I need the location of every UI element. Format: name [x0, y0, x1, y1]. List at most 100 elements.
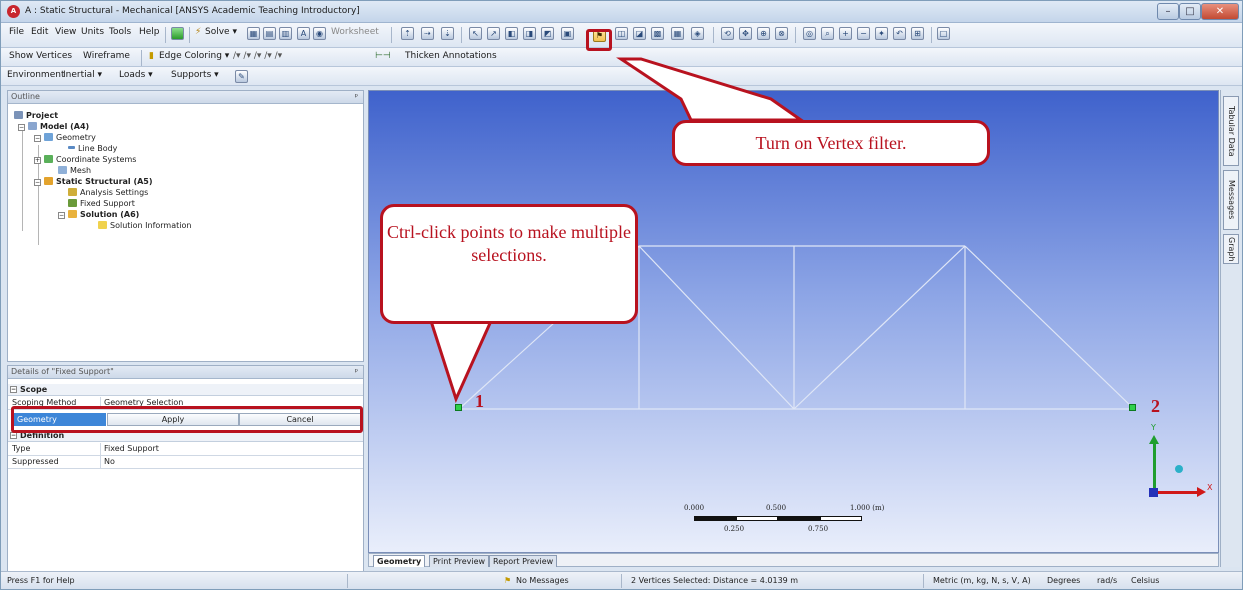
- thicken-annotations-button[interactable]: Thicken Annotations: [405, 50, 497, 63]
- tree-item-mesh[interactable]: Mesh: [58, 166, 91, 176]
- inertial-dropdown[interactable]: Inertial ▾: [63, 69, 102, 82]
- body-select-icon[interactable]: ◨: [523, 27, 536, 40]
- viewports-icon[interactable]: ⊞: [911, 27, 924, 40]
- tab-messages[interactable]: Messages: [1223, 170, 1239, 230]
- tree-item-static-structural[interactable]: Static Structural (A5): [44, 177, 153, 187]
- menu-edit[interactable]: Edit: [31, 26, 48, 39]
- show-vertices-button[interactable]: Show Vertices: [9, 50, 72, 63]
- status-angle[interactable]: Degrees: [1047, 576, 1080, 585]
- supports-dropdown[interactable]: Supports ▾: [171, 69, 219, 82]
- tree-item-solution-information[interactable]: Solution Information: [98, 221, 191, 231]
- face-select-icon[interactable]: ◧: [505, 27, 518, 40]
- pin-icon[interactable]: ᵖ: [355, 366, 358, 378]
- menu-units[interactable]: Units: [81, 26, 104, 39]
- menu-help[interactable]: Help: [139, 26, 160, 39]
- box-select-icon[interactable]: ◈: [691, 27, 704, 40]
- node-select-icon[interactable]: ◩: [541, 27, 554, 40]
- outline-header: Outline ᵖ: [8, 91, 363, 104]
- view-tabs-bar: Geometry Print Preview Report Preview: [368, 553, 1219, 567]
- pan-icon[interactable]: ✥: [739, 27, 752, 40]
- expand-toggle[interactable]: +: [34, 157, 41, 164]
- wireframe-button[interactable]: Wireframe: [83, 50, 130, 63]
- status-bar: Press F1 for Help ⚑ No Messages 2 Vertic…: [1, 571, 1242, 589]
- environment-toolbar: Environment Inertial ▾ Loads ▾ Supports …: [1, 67, 1242, 86]
- main-toolbar: File Edit View Units Tools Help ⚡ Solve …: [1, 23, 1242, 48]
- status-divider: [347, 574, 348, 588]
- divider: [100, 456, 101, 468]
- conditions-icon[interactable]: ✎: [235, 70, 248, 83]
- zoom-in-icon[interactable]: +: [839, 27, 852, 40]
- select-mode-icon[interactable]: ↖: [469, 27, 482, 40]
- tab-tabular-data[interactable]: Tabular Data: [1223, 96, 1239, 166]
- tab-report-preview[interactable]: Report Preview: [489, 555, 558, 567]
- menu-view[interactable]: View: [55, 26, 76, 39]
- extend-selection-icon[interactable]: ▦: [671, 27, 684, 40]
- edge-coloring-dropdown[interactable]: Edge Coloring ▾: [159, 50, 229, 63]
- extend-icon[interactable]: ⇣: [441, 27, 454, 40]
- status-messages[interactable]: No Messages: [516, 576, 569, 585]
- scope-section[interactable]: − Scope: [8, 384, 363, 396]
- loads-dropdown[interactable]: Loads ▾: [119, 69, 153, 82]
- solve-button[interactable]: Solve ▾: [205, 26, 237, 39]
- tree-item-line-body[interactable]: Line Body: [68, 144, 117, 154]
- refresh-icon[interactable]: [171, 27, 184, 40]
- magnifier-icon[interactable]: ⌕: [821, 27, 834, 40]
- tab-geometry[interactable]: Geometry: [373, 555, 426, 567]
- tree-item-solution[interactable]: Solution (A6): [68, 210, 139, 220]
- status-temperature[interactable]: Celsius: [1131, 576, 1159, 585]
- menu-file[interactable]: File: [9, 26, 24, 39]
- edge-filter-icon[interactable]: ◫: [615, 27, 628, 40]
- tree-item-fixed-support[interactable]: Fixed Support: [68, 199, 135, 209]
- zoom-icon[interactable]: ⊕: [757, 27, 770, 40]
- menu-tools[interactable]: Tools: [109, 26, 131, 39]
- pin-icon[interactable]: ᵖ: [355, 91, 358, 103]
- annotation-icon[interactable]: A: [297, 27, 310, 40]
- selected-vertex-1[interactable]: [455, 404, 462, 411]
- type-key: Type: [12, 444, 31, 453]
- tab-graph[interactable]: Graph: [1223, 234, 1239, 264]
- tree-item-model[interactable]: Model (A4): [28, 122, 89, 132]
- close-button[interactable]: ✕: [1201, 3, 1239, 20]
- face-filter-icon[interactable]: ◪: [633, 27, 646, 40]
- maximize-button[interactable]: □: [1179, 3, 1201, 20]
- zoom-box-icon[interactable]: ⊗: [775, 27, 788, 40]
- isometric-ball-icon[interactable]: [1175, 465, 1183, 473]
- label-icon[interactable]: ⇢: [421, 27, 434, 40]
- body-filter-icon[interactable]: ▩: [651, 27, 664, 40]
- collapse-toggle[interactable]: −: [10, 386, 17, 393]
- selected-vertex-2[interactable]: [1129, 404, 1136, 411]
- window-layout-icon[interactable]: □: [937, 27, 950, 40]
- collapse-toggle[interactable]: −: [34, 135, 41, 142]
- analysis-settings-icon: [68, 188, 77, 196]
- axis-triad[interactable]: Y X: [1141, 423, 1212, 501]
- view-iso-icon[interactable]: ✦: [875, 27, 888, 40]
- collapse-toggle[interactable]: −: [18, 124, 25, 131]
- rotate-icon[interactable]: ⟲: [721, 27, 734, 40]
- camera-icon[interactable]: ◉: [313, 27, 326, 40]
- suppressed-row[interactable]: Suppressed No: [8, 456, 363, 469]
- worksheet-button[interactable]: Worksheet: [331, 26, 379, 39]
- suppressed-value[interactable]: No: [104, 456, 115, 468]
- type-row[interactable]: Type Fixed Support: [8, 443, 363, 456]
- grid-icon[interactable]: ▥: [279, 27, 292, 40]
- previous-view-icon[interactable]: ↶: [893, 27, 906, 40]
- status-units[interactable]: Metric (m, kg, N, s, V, A): [933, 576, 1031, 585]
- probe-icon[interactable]: ⇡: [401, 27, 414, 40]
- element-select-icon[interactable]: ▣: [561, 27, 574, 40]
- collapse-toggle[interactable]: −: [34, 179, 41, 186]
- table-icon[interactable]: ▦: [247, 27, 260, 40]
- collapse-toggle[interactable]: −: [10, 432, 17, 439]
- tree-item-project[interactable]: Project: [14, 111, 58, 121]
- collapse-toggle[interactable]: −: [58, 212, 65, 219]
- zoom-fit-icon[interactable]: ◎: [803, 27, 816, 40]
- zoom-out-icon[interactable]: −: [857, 27, 870, 40]
- minimize-button[interactable]: –: [1157, 3, 1179, 20]
- status-rate[interactable]: rad/s: [1097, 576, 1117, 585]
- chart-icon[interactable]: ▤: [263, 27, 276, 40]
- edge-select-icon[interactable]: ↗: [487, 27, 500, 40]
- tab-print-preview[interactable]: Print Preview: [429, 555, 490, 567]
- tree-item-coordinate-systems[interactable]: Coordinate Systems: [44, 155, 136, 165]
- tree-item-analysis-settings[interactable]: Analysis Settings: [68, 188, 148, 198]
- edge-display-icons[interactable]: ∕▾ ∕▾ ∕▾ ∕▾ ∕▾: [233, 50, 282, 63]
- tree-item-geometry[interactable]: Geometry: [44, 133, 96, 143]
